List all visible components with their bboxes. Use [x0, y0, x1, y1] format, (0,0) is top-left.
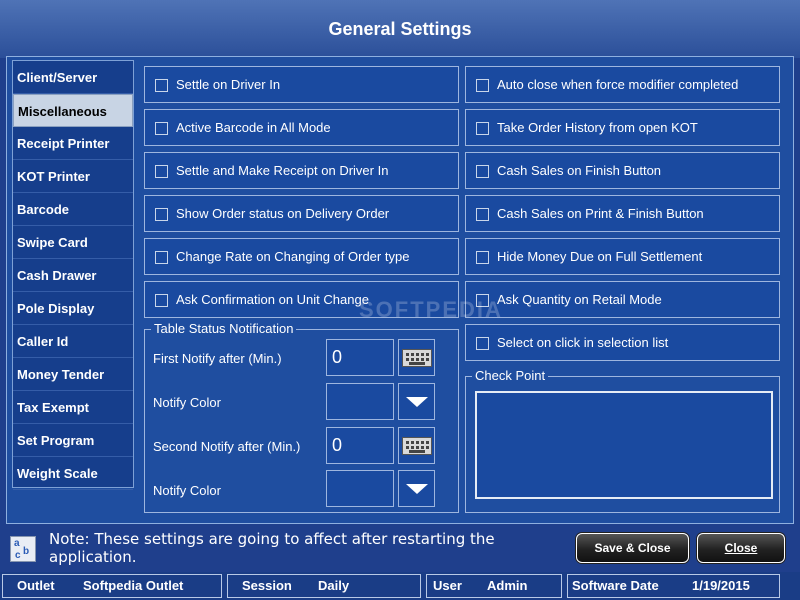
chevron-down-icon — [406, 484, 428, 494]
option-settle-on-driver-in[interactable]: Settle on Driver In — [144, 66, 459, 103]
table-status-title: Table Status Notification — [151, 321, 297, 336]
status-date-label: Software Date — [572, 578, 659, 593]
option-label: Take Order History from open KOT — [497, 120, 698, 135]
checkbox[interactable] — [476, 79, 489, 92]
status-software-date: Software Date 1/19/2015 — [567, 574, 780, 598]
checkbox[interactable] — [155, 165, 168, 178]
option-hide-money-due[interactable]: Hide Money Due on Full Settlement — [465, 238, 780, 275]
status-outlet-label: Outlet — [17, 578, 55, 593]
second-notify-input[interactable]: 0 — [326, 427, 394, 464]
chevron-down-icon — [406, 397, 428, 407]
restart-note-text: Note: These settings are going to affect… — [49, 530, 495, 566]
sidebar-item-weight-scale[interactable]: Weight Scale — [13, 457, 133, 490]
option-ask-confirmation-unit[interactable]: Ask Confirmation on Unit Change — [144, 281, 459, 318]
status-bar: Outlet Softpedia Outlet Session Daily Us… — [0, 572, 800, 600]
keyboard-icon — [402, 349, 432, 367]
option-label: Ask Confirmation on Unit Change — [176, 292, 369, 307]
note-icon: abc — [10, 536, 36, 562]
option-auto-close-modifier[interactable]: Auto close when force modifier completed — [465, 66, 780, 103]
checkbox[interactable] — [476, 208, 489, 221]
checkbox[interactable] — [476, 122, 489, 135]
second-notify-label: Second Notify after (Min.) — [153, 439, 301, 454]
option-show-order-status[interactable]: Show Order status on Delivery Order — [144, 195, 459, 232]
checkbox[interactable] — [155, 208, 168, 221]
option-select-on-click[interactable]: Select on click in selection list — [465, 324, 780, 361]
sidebar-item-tax-exempt[interactable]: Tax Exempt — [13, 391, 133, 424]
option-cash-sales-finish[interactable]: Cash Sales on Finish Button — [465, 152, 780, 189]
check-point-title: Check Point — [472, 368, 549, 383]
status-user-label: User — [433, 578, 462, 593]
option-label: Active Barcode in All Mode — [176, 120, 331, 135]
option-active-barcode[interactable]: Active Barcode in All Mode — [144, 109, 459, 146]
sidebar-item-miscellaneous[interactable]: Miscellaneous — [13, 94, 133, 127]
checkbox[interactable] — [155, 122, 168, 135]
notify-color-swatch-1[interactable] — [326, 383, 394, 420]
window-title: General Settings — [0, 0, 800, 58]
sidebar-item-receipt-printer[interactable]: Receipt Printer — [13, 127, 133, 160]
option-take-order-history[interactable]: Take Order History from open KOT — [465, 109, 780, 146]
status-session-label: Session — [242, 578, 292, 593]
color-dropdown-button-2[interactable] — [398, 470, 435, 507]
option-settle-make-receipt[interactable]: Settle and Make Receipt on Driver In — [144, 152, 459, 189]
notify-color-swatch-2[interactable] — [326, 470, 394, 507]
option-cash-sales-print-finish[interactable]: Cash Sales on Print & Finish Button — [465, 195, 780, 232]
option-label: Auto close when force modifier completed — [497, 77, 739, 92]
sidebar-item-caller-id[interactable]: Caller Id — [13, 325, 133, 358]
status-user-value: Admin — [487, 578, 528, 593]
status-date-value: 1/19/2015 — [692, 578, 750, 593]
option-label: Settle and Make Receipt on Driver In — [176, 163, 389, 178]
close-button[interactable]: Close — [697, 533, 785, 563]
option-change-rate[interactable]: Change Rate on Changing of Order type — [144, 238, 459, 275]
sidebar-item-set-program[interactable]: Set Program — [13, 424, 133, 457]
checkbox[interactable] — [155, 251, 168, 264]
option-label: Select on click in selection list — [497, 335, 669, 350]
color-dropdown-button-1[interactable] — [398, 383, 435, 420]
status-outlet: Outlet Softpedia Outlet — [2, 574, 222, 598]
checkbox[interactable] — [476, 251, 489, 264]
status-user: User Admin — [426, 574, 562, 598]
sidebar-item-pole-display[interactable]: Pole Display — [13, 292, 133, 325]
status-session: Session Daily — [227, 574, 421, 598]
option-label: Settle on Driver In — [176, 77, 281, 92]
sidebar-item-cash-drawer[interactable]: Cash Drawer — [13, 259, 133, 292]
checkbox[interactable] — [155, 294, 168, 307]
settings-sidebar: Client/Server Miscellaneous Receipt Prin… — [12, 60, 134, 490]
sidebar-item-client-server[interactable]: Client/Server — [13, 61, 133, 94]
option-label: Hide Money Due on Full Settlement — [497, 249, 703, 264]
status-session-value: Daily — [318, 578, 350, 593]
keyboard-icon — [402, 437, 432, 455]
keyboard-button-second[interactable] — [398, 427, 435, 464]
save-close-button[interactable]: Save & Close — [576, 533, 689, 563]
check-point-area[interactable] — [475, 391, 773, 499]
table-status-group: Table Status Notification First Notify a… — [144, 321, 459, 513]
notify-color-label-2: Notify Color — [153, 483, 221, 498]
first-notify-label: First Notify after (Min.) — [153, 351, 282, 366]
first-notify-input[interactable]: 0 — [326, 339, 394, 376]
option-label: Cash Sales on Print & Finish Button — [497, 206, 704, 221]
option-ask-quantity-retail[interactable]: Ask Quantity on Retail Mode — [465, 281, 780, 318]
option-label: Change Rate on Changing of Order type — [176, 249, 410, 264]
checkbox[interactable] — [155, 79, 168, 92]
sidebar-item-kot-printer[interactable]: KOT Printer — [13, 160, 133, 193]
option-label: Cash Sales on Finish Button — [497, 163, 662, 178]
notify-color-label-1: Notify Color — [153, 395, 221, 410]
settings-panel: Client/Server Miscellaneous Receipt Prin… — [6, 56, 794, 524]
checkbox[interactable] — [476, 165, 489, 178]
keyboard-button-first[interactable] — [398, 339, 435, 376]
check-point-group: Check Point — [465, 368, 780, 513]
status-outlet-value: Softpedia Outlet — [83, 578, 184, 593]
option-label: Show Order status on Delivery Order — [176, 206, 390, 221]
sidebar-item-barcode[interactable]: Barcode — [13, 193, 133, 226]
sidebar-item-money-tender[interactable]: Money Tender — [13, 358, 133, 391]
sidebar-item-swipe-card[interactable]: Swipe Card — [13, 226, 133, 259]
checkbox[interactable] — [476, 337, 489, 350]
checkbox[interactable] — [476, 294, 489, 307]
option-label: Ask Quantity on Retail Mode — [497, 292, 662, 307]
